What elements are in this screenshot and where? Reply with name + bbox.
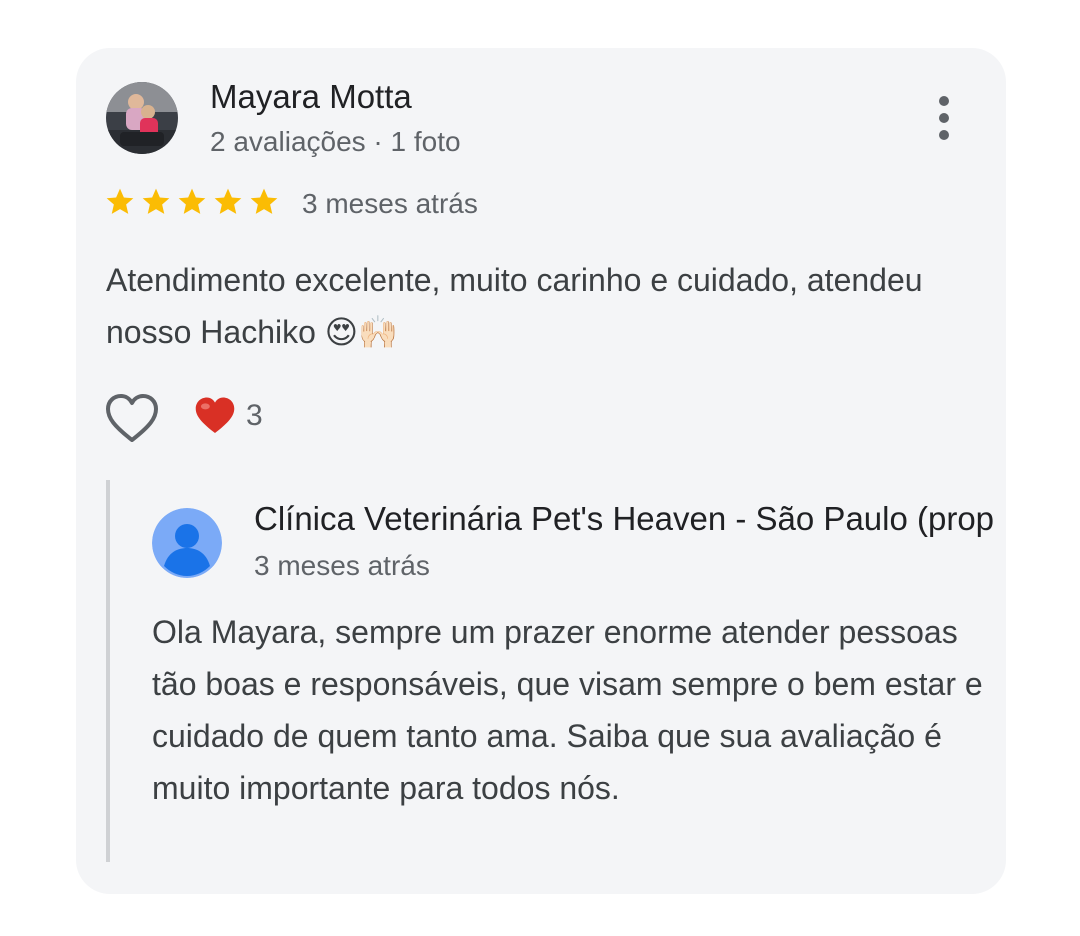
person-avatar-icon[interactable] xyxy=(152,508,222,578)
review-time: 3 meses atrás xyxy=(302,188,478,219)
review-text: Atendimento excelente, muito carinho e c… xyxy=(106,262,923,350)
more-vert-icon xyxy=(939,96,949,106)
reply-divider xyxy=(106,480,110,862)
star-icon xyxy=(142,188,170,214)
author-name[interactable]: Mayara Motta xyxy=(210,78,412,116)
owner-name[interactable]: Clínica Veterinária Pet's Heaven - São P… xyxy=(254,500,1006,538)
author-meta: 2 avaliações · 1 foto xyxy=(210,126,461,157)
star-rating xyxy=(104,186,280,218)
reply-text: Ola Mayara, sempre um prazer enorme aten… xyxy=(152,614,983,806)
red-heart-icon xyxy=(195,397,235,434)
like-button[interactable] xyxy=(104,392,160,446)
reaction-summary[interactable]: 3 xyxy=(194,396,263,436)
star-icon xyxy=(178,188,206,214)
review-card: Mayara Motta 2 avaliações · 1 foto 3 mes… xyxy=(76,48,1006,894)
more-vert-dot xyxy=(939,113,949,123)
more-options-button[interactable] xyxy=(924,88,964,148)
heart-outline-icon xyxy=(106,394,158,442)
reaction-count: 3 xyxy=(246,399,263,432)
avatar[interactable] xyxy=(106,82,178,154)
star-icon xyxy=(214,188,242,214)
more-vert-dot xyxy=(939,130,949,140)
star-icon xyxy=(106,188,134,214)
star-icon xyxy=(250,188,278,214)
reply-time: 3 meses atrás xyxy=(254,550,430,581)
